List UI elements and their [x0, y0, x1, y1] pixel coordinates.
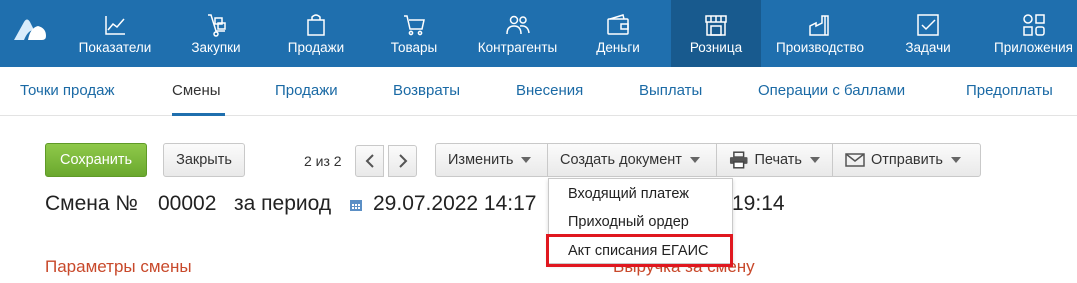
nav-label: Деньги: [596, 40, 640, 55]
nav-label: Производство: [775, 40, 865, 55]
chevron-left-icon: [365, 154, 374, 168]
app-logo-icon[interactable]: [12, 16, 48, 42]
nav-label: Приложения: [994, 40, 1073, 55]
print-label: Печать: [754, 152, 802, 168]
nav-label: Контрагенты: [477, 40, 558, 55]
subnav-item-bonus-operations[interactable]: Операции с баллами: [758, 82, 905, 99]
wallet-icon: [607, 14, 629, 35]
nav-item-contractors[interactable]: Контрагенты: [470, 0, 565, 67]
calendar-icon[interactable]: [349, 198, 363, 212]
send-dropdown-button[interactable]: Отправить: [832, 143, 981, 177]
chart-line-icon: [105, 16, 125, 35]
nav-label: Закупки: [191, 40, 241, 55]
nav-item-purchases[interactable]: Закупки: [177, 0, 255, 67]
period-label: за период: [234, 192, 332, 215]
send-label: Отправить: [871, 152, 943, 168]
chevron-down-icon: [689, 157, 700, 163]
subnav-item-points-of-sale[interactable]: Точки продаж: [20, 82, 115, 99]
subnav-item-shifts[interactable]: Смены: [172, 82, 221, 99]
nav-label: Товары: [390, 40, 438, 55]
chevron-right-icon: [398, 154, 407, 168]
nav-item-money[interactable]: Деньги: [585, 0, 651, 67]
subnav-item-deposits[interactable]: Внесения: [516, 82, 583, 99]
subnav-item-prepayments[interactable]: Предоплаты: [966, 82, 1053, 99]
menu-item-incoming-payment[interactable]: Входящий платеж: [568, 186, 689, 202]
title-prefix: Смена №: [45, 192, 138, 215]
create-document-dropdown-button[interactable]: Создать документ: [547, 143, 717, 177]
create-document-label: Создать документ: [560, 152, 682, 168]
store-icon: [705, 15, 727, 36]
subnav-item-payouts[interactable]: Выплаты: [639, 82, 702, 99]
cart-dolly-icon: [208, 14, 226, 37]
period-start-date[interactable]: 29.07.2022 14:17: [373, 192, 537, 216]
edit-dropdown-button[interactable]: Изменить: [435, 143, 548, 177]
sub-navigation: Точки продаж Смены Продажи Возвраты Внес…: [0, 67, 1077, 116]
pager-text: 2 из 2: [304, 153, 342, 169]
highlight-frame: [546, 234, 733, 267]
period-end-date[interactable]: 19:14: [732, 192, 785, 216]
subnav-item-returns[interactable]: Возвраты: [393, 82, 460, 99]
chevron-down-icon: [810, 157, 820, 163]
factory-icon: [809, 15, 829, 36]
close-button[interactable]: Закрыть: [163, 143, 245, 177]
nav-item-sales[interactable]: Продажи: [275, 0, 357, 67]
nav-item-retail[interactable]: Розница: [671, 0, 761, 67]
shopping-bag-icon: [307, 14, 325, 36]
envelope-icon: [845, 153, 865, 167]
printer-icon: [729, 151, 748, 169]
nav-item-indicators[interactable]: Показатели: [70, 0, 160, 67]
nav-label: Показатели: [78, 40, 152, 55]
chevron-down-icon: [521, 157, 532, 163]
nav-label: Задачи: [905, 40, 951, 55]
edit-label: Изменить: [448, 152, 514, 168]
nav-label: Продажи: [287, 40, 345, 55]
users-icon: [505, 15, 530, 35]
nav-item-apps[interactable]: Приложения: [990, 0, 1077, 67]
shift-parameters-heading[interactable]: Параметры смены: [45, 257, 192, 277]
active-tab-indicator: [172, 113, 225, 116]
menu-item-cash-receipt-order[interactable]: Приходный ордер: [568, 214, 689, 230]
print-dropdown-button[interactable]: Печать: [716, 143, 833, 177]
subnav-item-sales[interactable]: Продажи: [275, 82, 338, 99]
top-navigation: Показатели Закупки Продажи Товары Контра…: [0, 0, 1077, 67]
shift-number[interactable]: 00002: [158, 192, 216, 216]
apps-icon: [1022, 14, 1045, 36]
chevron-down-icon: [950, 157, 961, 163]
nav-label: Розница: [689, 40, 743, 55]
save-button[interactable]: Сохранить: [45, 143, 147, 177]
prev-button[interactable]: [355, 145, 384, 177]
next-button[interactable]: [388, 145, 417, 177]
nav-item-tasks[interactable]: Задачи: [895, 0, 961, 67]
nav-item-production[interactable]: Производство: [770, 0, 870, 67]
nav-item-goods[interactable]: Товары: [377, 0, 451, 67]
shopping-cart-icon: [404, 15, 425, 36]
checkbox-icon: [917, 14, 939, 36]
